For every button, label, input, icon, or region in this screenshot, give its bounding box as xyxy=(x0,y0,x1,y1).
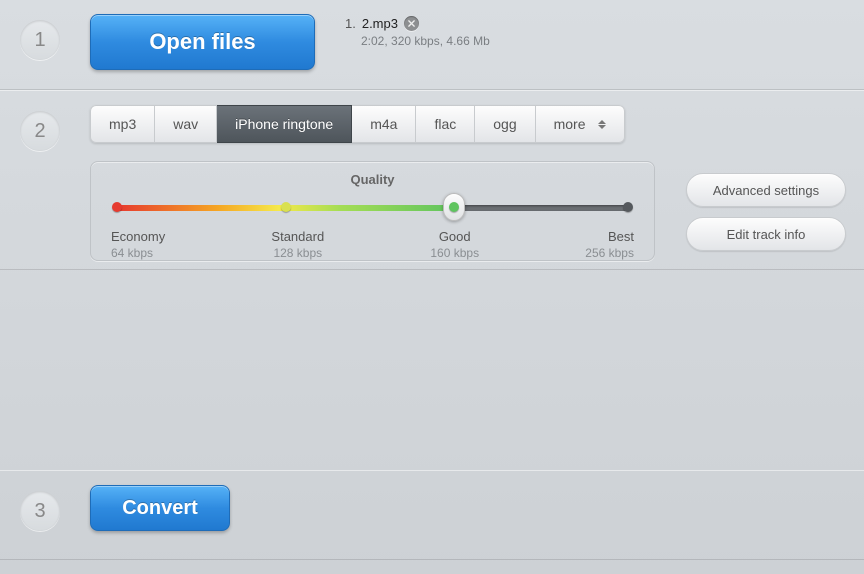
quality-stop-dot xyxy=(623,202,633,212)
edit-track-info-button[interactable]: Edit track info xyxy=(686,217,846,251)
quality-stop-dot xyxy=(112,202,122,212)
step-3-badge: 3 xyxy=(20,491,60,531)
quality-label: Standard128 kbps xyxy=(271,229,324,260)
quality-title: Quality xyxy=(111,172,634,187)
quality-label: Best256 kbps xyxy=(585,229,634,260)
format-tab-wav[interactable]: wav xyxy=(155,105,217,143)
format-tabs: mp3waviPhone ringtonem4aflacoggmore xyxy=(90,105,625,143)
advanced-settings-button[interactable]: Advanced settings xyxy=(686,173,846,207)
quality-panel: Quality Economy64 kbps Standard128 kbps Go… xyxy=(90,161,655,261)
open-files-button[interactable]: Open files xyxy=(90,14,315,70)
format-tab-more[interactable]: more xyxy=(536,105,625,143)
quality-label: Economy64 kbps xyxy=(111,229,165,260)
step-2-badge: 2 xyxy=(20,111,60,151)
file-index: 1. xyxy=(345,16,356,31)
format-tab-mp3[interactable]: mp3 xyxy=(90,105,155,143)
step-3-section: 3 Convert xyxy=(0,470,864,560)
file-meta: 2:02, 320 kbps, 4.66 Mb xyxy=(361,34,490,48)
step-1-section: 1 Open files 1. 2.mp3 2:02, 320 kbps, 4.… xyxy=(0,0,864,90)
quality-label: Good160 kbps xyxy=(430,229,479,260)
format-tab-m4a[interactable]: m4a xyxy=(352,105,416,143)
remove-file-icon[interactable] xyxy=(404,16,419,31)
quality-stop-dot xyxy=(281,202,291,212)
format-tab-ogg[interactable]: ogg xyxy=(475,105,535,143)
more-chevron-icon xyxy=(598,120,606,129)
file-name: 2.mp3 xyxy=(362,16,398,31)
step-1-badge: 1 xyxy=(20,20,60,60)
format-tab-flac[interactable]: flac xyxy=(416,105,475,143)
format-tab-iphone-ringtone[interactable]: iPhone ringtone xyxy=(217,105,352,143)
file-info: 1. 2.mp3 2:02, 320 kbps, 4.66 Mb xyxy=(345,16,490,48)
quality-labels: Economy64 kbps Standard128 kbps Good160 kb… xyxy=(111,229,634,260)
side-buttons: Advanced settings Edit track info xyxy=(686,173,846,251)
step-2-section: 2 mp3waviPhone ringtonem4aflacoggmore Qu… xyxy=(0,90,864,270)
convert-button[interactable]: Convert xyxy=(90,485,230,531)
quality-slider[interactable] xyxy=(117,197,628,219)
